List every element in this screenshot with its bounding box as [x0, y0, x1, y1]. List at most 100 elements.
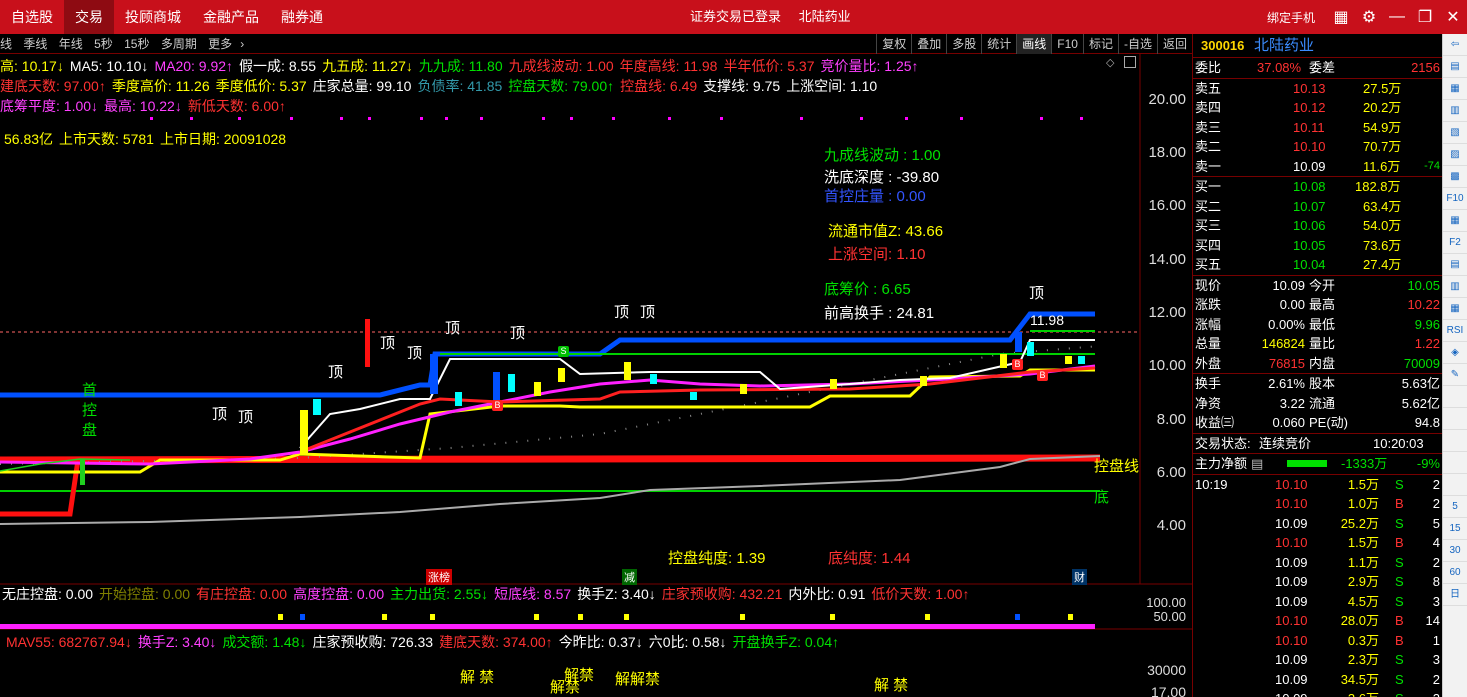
info-ma5: MA5: 10.10↓	[69, 58, 149, 74]
event-tag[interactable]: 减	[622, 569, 637, 585]
period-year[interactable]: 年线	[59, 37, 83, 51]
event-tag[interactable]: 财	[1072, 569, 1087, 585]
list-icon[interactable]: ▤	[1443, 56, 1467, 78]
event-tag[interactable]: 涨榜	[426, 569, 452, 585]
tab-advisor-mall[interactable]: 投顾商城	[114, 0, 192, 34]
tab-trade[interactable]: 交易	[64, 0, 114, 34]
netflow-row[interactable]: 主力净额 ▤ -1333万 -9%	[1193, 454, 1442, 474]
kline-icon[interactable]: ▨	[1443, 144, 1467, 166]
bid-row[interactable]: 买四 10.05 73.6万	[1193, 236, 1442, 256]
tool-draw[interactable]: 画线	[1016, 34, 1052, 54]
tick-vol: 1.5万	[1347, 476, 1379, 492]
ask-row[interactable]: 卖二 10.10 70.7万	[1193, 137, 1442, 157]
ask-row[interactable]: 卖一 10.09 11.6万 -74	[1193, 157, 1442, 177]
period-more[interactable]: 更多	[208, 37, 232, 51]
tool-overlay[interactable]: 叠加	[911, 34, 946, 54]
ask-row[interactable]: 卖五 10.13 27.5万	[1193, 79, 1442, 99]
list-icon[interactable]: ▤	[1251, 454, 1263, 474]
period-15s[interactable]: 15秒	[124, 37, 149, 51]
diamond-icon[interactable]: ◇	[1106, 56, 1114, 69]
stat-label: 换手	[1195, 376, 1222, 391]
grid-icon[interactable]: ▦	[1443, 78, 1467, 100]
period-15min[interactable]: 15	[1443, 518, 1467, 540]
period-season[interactable]: 季线	[23, 37, 47, 51]
back-icon[interactable]: ⇦	[1443, 34, 1467, 56]
grid-icon[interactable]: ▦	[1327, 7, 1355, 27]
minimize-icon[interactable]: —	[1383, 8, 1411, 26]
period-5s[interactable]: 5秒	[94, 37, 113, 51]
close-icon[interactable]: ✕	[1439, 7, 1467, 27]
period-5min[interactable]: 5	[1443, 496, 1467, 518]
bid-label: 买五	[1195, 257, 1222, 272]
sheet-icon[interactable]: ▥	[1443, 276, 1467, 298]
ask-row[interactable]: 卖三 10.11 54.9万	[1193, 118, 1442, 138]
period-line[interactable]: 线	[0, 37, 12, 51]
period-30min[interactable]: 30	[1443, 540, 1467, 562]
diamond-icon[interactable]: ◈	[1443, 342, 1467, 364]
doc-icon[interactable]: ▤	[1443, 254, 1467, 276]
status-time: 10:20:03	[1373, 435, 1424, 451]
bid-row[interactable]: 买三 10.06 54.0万	[1193, 216, 1442, 236]
panel-toggle-icon[interactable]	[1124, 56, 1136, 68]
price-tick: 12.00	[1148, 304, 1186, 321]
bid-price: 10.06	[1293, 218, 1326, 233]
pencil-icon[interactable]: ✎	[1443, 364, 1467, 386]
chart-toolbar: 线 季线 年线 5秒 15秒 多周期 更多 › 复权 叠加 多股 统计 画线 F1…	[0, 34, 1192, 54]
calc-icon[interactable]: ▦	[1443, 298, 1467, 320]
tool-multi-stock[interactable]: 多股	[946, 34, 981, 54]
peak-label: 顶	[328, 364, 344, 381]
f2-icon[interactable]: F2	[1443, 232, 1467, 254]
f10-icon[interactable]: F10	[1443, 188, 1467, 210]
tab-securities-lending[interactable]: 融券通	[270, 0, 334, 34]
ind2-item: 今昨比: 0.37↓	[558, 634, 643, 650]
tool-remove-watch[interactable]: -自选	[1117, 34, 1157, 54]
tick-side: B	[1395, 496, 1404, 511]
table-icon[interactable]: ▧	[1443, 122, 1467, 144]
tab-financial-products[interactable]: 金融产品	[192, 0, 270, 34]
tool-f10[interactable]: F10	[1051, 34, 1083, 54]
rsi-icon[interactable]: RSI	[1443, 320, 1467, 342]
ask-row[interactable]: 卖四 10.12 20.2万	[1193, 98, 1442, 118]
restore-icon[interactable]: ❐	[1411, 7, 1439, 27]
bid-row[interactable]: 买一 10.08 182.8万	[1193, 177, 1442, 197]
stock-name[interactable]: 北陆药业	[1254, 37, 1314, 54]
report-icon[interactable]: ▦	[1443, 210, 1467, 232]
bars-icon[interactable]: ▩	[1443, 166, 1467, 188]
bid-label: 买二	[1195, 198, 1222, 214]
period-60min[interactable]: 60	[1443, 562, 1467, 584]
window-controls: 绑定手机 ▦ ⚙ — ❐ ✕	[1267, 0, 1467, 34]
stat-row: 净资 3.22 流通 5.62亿	[1193, 394, 1442, 414]
stat-value: 5.62亿	[1401, 395, 1440, 411]
bid-row[interactable]: 买二 10.07 63.4万	[1193, 197, 1442, 217]
period-multi[interactable]: 多周期	[161, 37, 197, 51]
tick-list[interactable]: 10:19 10.10 1.5万 S 2 10.10 1.0万 B 2 10.09 25.2万 S…	[1193, 475, 1442, 697]
gear-icon[interactable]: ⚙	[1355, 7, 1383, 27]
first-ctrl-char: 首	[82, 382, 98, 399]
bid-row[interactable]: 买五 10.04 27.4万	[1193, 255, 1442, 275]
price-tick: 18.00	[1148, 144, 1186, 161]
stat-label: 外盘	[1195, 355, 1222, 371]
stat-row: 外盘 76815 内盘 70009	[1193, 354, 1442, 374]
info-ctrl-line: 控盘线: 6.49	[620, 78, 698, 94]
bind-phone-link[interactable]: 绑定手机	[1267, 9, 1315, 26]
kline-chart-area[interactable]: 高: 10.17↓ MA5: 10.10↓ MA20: 9.92↑ 假一成: 8.55…	[0, 54, 1192, 697]
tick-vol: 1.5万	[1347, 535, 1379, 550]
chart-icon[interactable]: ▥	[1443, 100, 1467, 122]
stat-row: 收益㈢ 0.060 PE(动) 94.8	[1193, 413, 1442, 433]
price-tick: 10.00	[1148, 357, 1186, 374]
period-day[interactable]: 日	[1443, 584, 1467, 606]
info-support: 支撑线: 9.75	[703, 78, 781, 94]
info-dealer-total: 庄家总量: 99.10	[312, 78, 412, 94]
tool-adjust[interactable]: 复权	[876, 34, 911, 54]
info-fake-one: 假一成: 8.55	[239, 58, 317, 74]
stat-value: 76815	[1268, 355, 1305, 371]
tool-stats[interactable]: 统计	[981, 34, 1016, 54]
tab-watchlist[interactable]: 自选股	[0, 0, 64, 34]
stat-value: 3.22	[1279, 395, 1305, 411]
status-value: 连续竞价	[1259, 435, 1312, 451]
login-status[interactable]: 证券交易已登录	[690, 9, 781, 24]
ind1-item: 庄家预收购: 432.21	[661, 586, 783, 602]
tool-mark[interactable]: 标记	[1082, 34, 1118, 54]
tool-back[interactable]: 返回	[1156, 34, 1192, 54]
ind2-item: 六0比: 0.58↓	[648, 634, 727, 650]
